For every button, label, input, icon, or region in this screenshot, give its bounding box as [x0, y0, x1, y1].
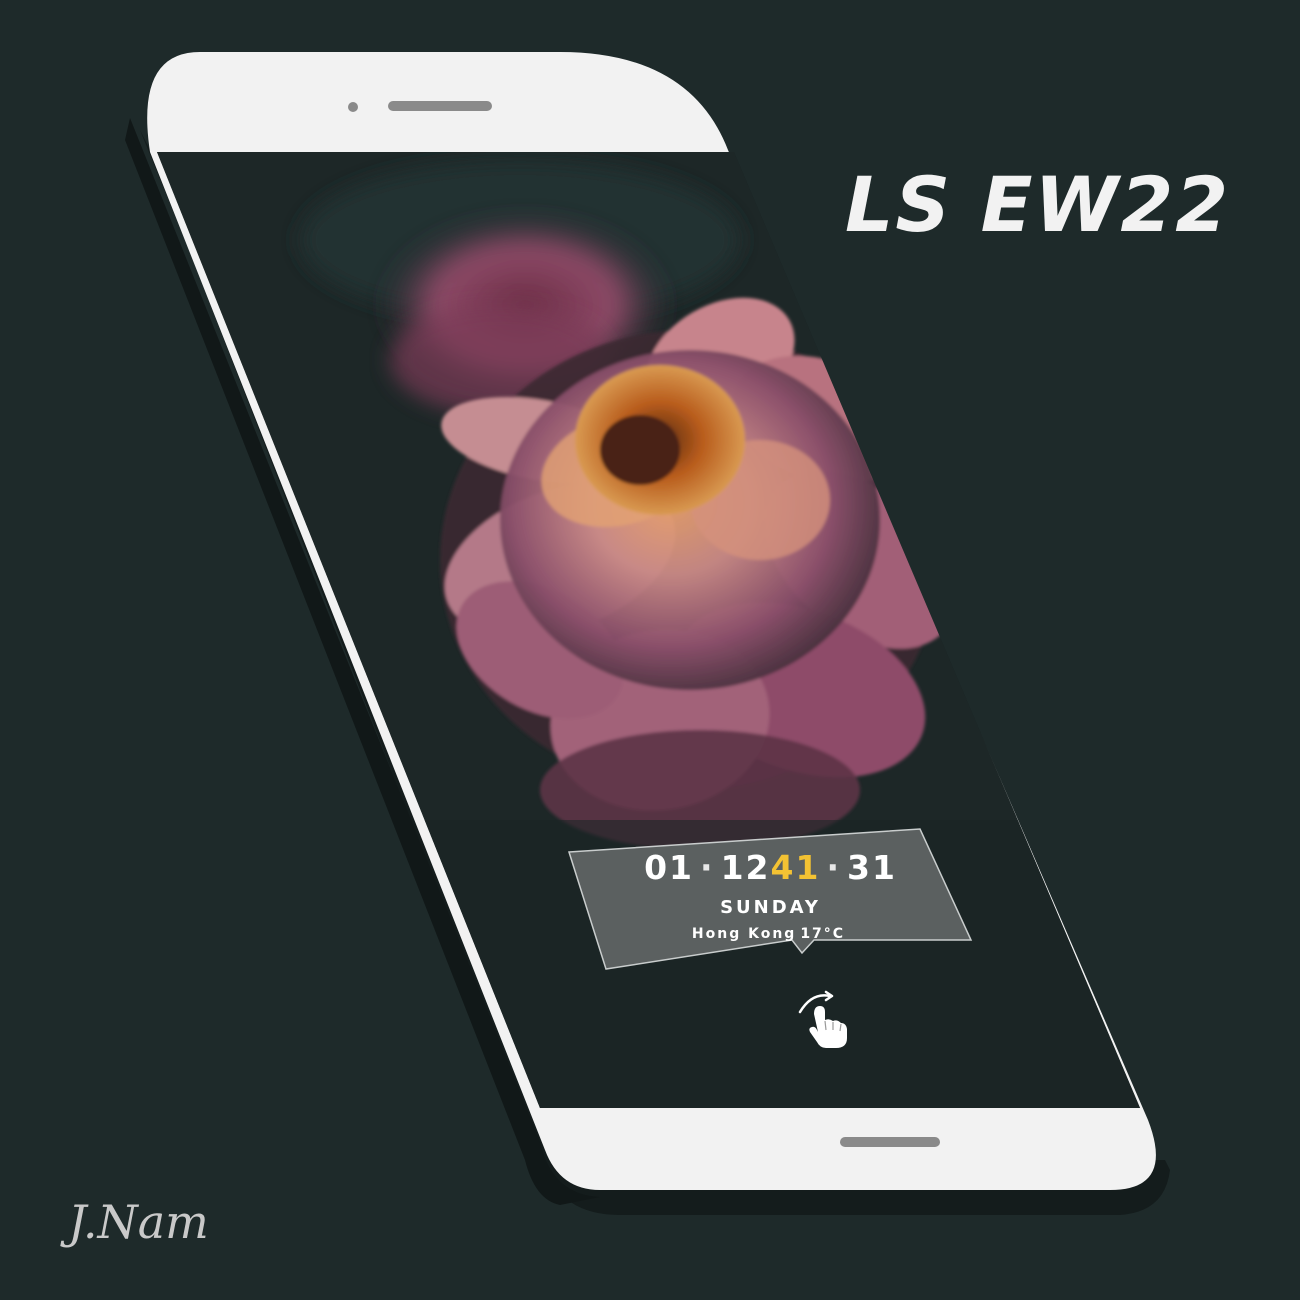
- author-signature: J.Nam: [68, 1195, 209, 1249]
- clock-minute-highlight: 41: [770, 848, 821, 887]
- clock-hour: 01: [644, 848, 695, 887]
- front-camera-icon: [348, 102, 358, 112]
- swipe-hand-icon[interactable]: [796, 990, 852, 1050]
- weekday-label: SUNDAY: [720, 897, 821, 918]
- earpiece-speaker-icon: [388, 101, 492, 111]
- widget-text: 01 · 1241 · 31 SUNDAY Hong Kong 17°C: [568, 828, 973, 974]
- clock-minute-prefix: 12: [720, 848, 771, 887]
- weather-city: Hong Kong: [691, 926, 797, 942]
- clock-separator-2: ·: [826, 848, 841, 887]
- clock-separator-1: ·: [700, 848, 715, 887]
- clock-time: 01 · 1241 · 31: [568, 848, 973, 888]
- weather-temperature: 17°C: [800, 926, 846, 942]
- clock-seconds: 31: [846, 848, 897, 887]
- clock-widget[interactable]: 01 · 1241 · 31 SUNDAY Hong Kong 17°C: [568, 828, 973, 974]
- home-bar-icon: [840, 1137, 940, 1147]
- headline-title: LS EW22: [845, 160, 1231, 249]
- weather-label: Hong Kong 17°C: [568, 924, 973, 944]
